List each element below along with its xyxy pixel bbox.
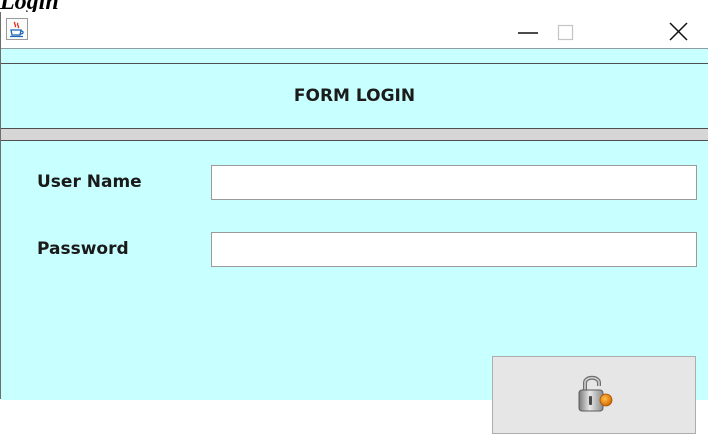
header-panel: FORM LOGIN: [1, 63, 708, 129]
maximize-icon: [557, 24, 574, 41]
username-input[interactable]: [211, 165, 697, 200]
title-bar[interactable]: [1, 12, 708, 48]
password-input[interactable]: [211, 232, 697, 267]
login-button[interactable]: [492, 356, 696, 434]
content-pane: FORM LOGIN User Name Password: [1, 48, 708, 434]
padlock-icon: [578, 375, 613, 412]
login-window: FORM LOGIN User Name Password: [0, 12, 708, 434]
panel-separator: [1, 129, 708, 140]
close-icon: [669, 22, 688, 41]
username-label: User Name: [37, 172, 142, 192]
close-button[interactable]: [648, 12, 708, 48]
password-label: Password: [37, 239, 129, 259]
form-panel: User Name Password: [1, 140, 708, 434]
java-cup-icon[interactable]: [6, 18, 28, 40]
form-title: FORM LOGIN: [293, 86, 416, 106]
maximize-button[interactable]: [538, 12, 598, 48]
